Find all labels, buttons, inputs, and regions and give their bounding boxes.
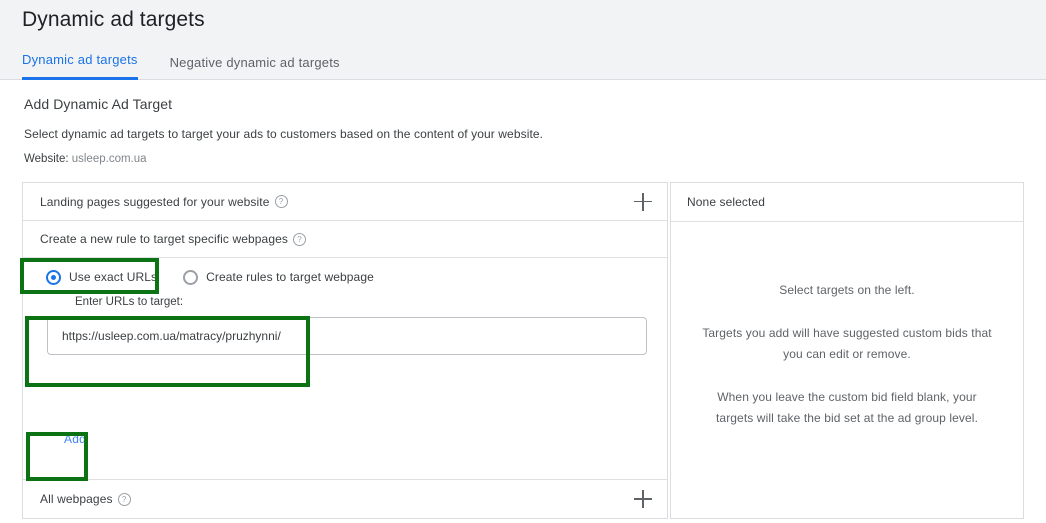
- create-new-rule-label-text: Create a new rule to target specific web…: [40, 232, 288, 246]
- tab-negative-dynamic-ad-targets[interactable]: Negative dynamic ad targets: [170, 55, 340, 80]
- row-all-webpages-label: All webpages ?: [23, 492, 131, 506]
- row-target-mode-radios: Use exact URLs Create rules to target we…: [23, 258, 667, 296]
- selected-targets-empty-state: Select targets on the left. Targets you …: [671, 222, 1023, 429]
- help-circle-icon[interactable]: ?: [117, 492, 131, 506]
- page-header: Dynamic ad targets Dynamic ad targets Ne…: [0, 0, 1046, 80]
- panels-container: Landing pages suggested for your website…: [22, 182, 1024, 520]
- add-button[interactable]: Add: [64, 432, 86, 446]
- all-webpages-label-text: All webpages: [40, 492, 113, 506]
- radio-button-icon-selected[interactable]: [46, 269, 61, 285]
- plus-icon-all-webpages[interactable]: [633, 489, 653, 509]
- empty-state-line-1: Select targets on the left.: [779, 283, 915, 297]
- row-create-new-rule: Create a new rule to target specific web…: [23, 221, 667, 258]
- radio-use-exact-urls[interactable]: Use exact URLs: [46, 269, 158, 285]
- empty-state-line-3: When you leave the custom bid field blan…: [715, 390, 979, 425]
- section-description: Select dynamic ad targets to target your…: [24, 127, 544, 141]
- website-label: Website:: [24, 153, 69, 165]
- targets-selection-panel: Landing pages suggested for your website…: [22, 182, 668, 519]
- selected-targets-panel: None selected Select targets on the left…: [670, 182, 1024, 519]
- plus-icon-landing-pages[interactable]: [633, 192, 653, 212]
- target-mode-radio-group: Use exact URLs Create rules to target we…: [23, 269, 374, 285]
- none-selected-label: None selected: [687, 195, 766, 209]
- row-create-new-rule-label: Create a new rule to target specific web…: [23, 232, 306, 246]
- radio-button-icon-unselected[interactable]: [183, 269, 199, 285]
- selected-targets-header: None selected: [671, 183, 1023, 222]
- tab-strip: Dynamic ad targets Negative dynamic ad t…: [22, 48, 372, 80]
- radio-create-rules-label: Create rules to target webpage: [206, 270, 374, 284]
- help-circle-icon[interactable]: ?: [292, 232, 306, 246]
- help-circle-icon[interactable]: ?: [274, 195, 288, 208]
- row-all-webpages[interactable]: All webpages ?: [23, 479, 667, 518]
- radio-use-exact-urls-label: Use exact URLs: [69, 270, 158, 284]
- landing-pages-label-text: Landing pages suggested for your website: [40, 194, 270, 209]
- row-landing-pages-label: Landing pages suggested for your website…: [23, 195, 288, 209]
- website-value: usleep.com.ua: [71, 153, 147, 165]
- tab-dynamic-ad-targets[interactable]: Dynamic ad targets: [22, 52, 138, 80]
- radio-create-rules-to-target-webpage[interactable]: Create rules to target webpage: [183, 269, 374, 285]
- section-title: Add Dynamic Ad Target: [24, 96, 173, 112]
- page-title: Dynamic ad targets: [22, 8, 205, 31]
- url-caption: Enter URLs to target:: [75, 296, 184, 308]
- url-input[interactable]: [47, 317, 647, 355]
- empty-state-line-2: Targets you add will have suggested cust…: [702, 326, 992, 361]
- row-landing-pages-suggested[interactable]: Landing pages suggested for your website…: [23, 183, 667, 221]
- website-line: Website: usleep.com.ua: [24, 153, 147, 165]
